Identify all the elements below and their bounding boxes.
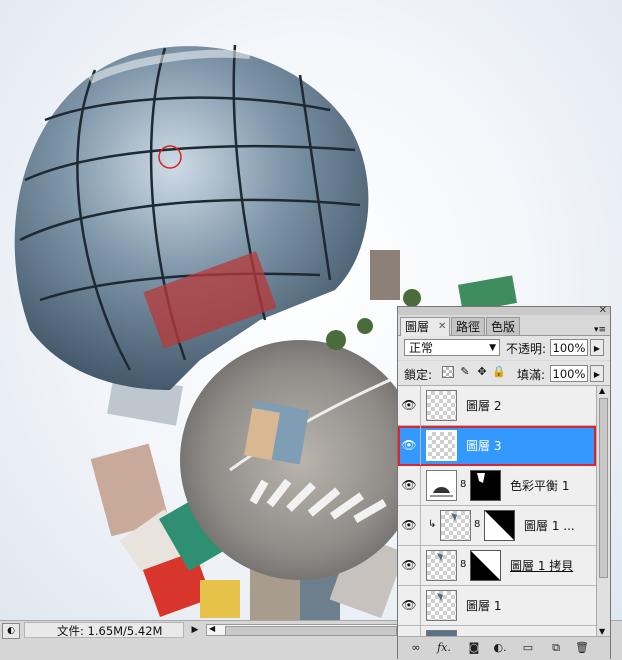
layer-thumbnail	[440, 510, 471, 541]
eye-icon[interactable]: 👁	[401, 557, 417, 573]
eye-icon[interactable]: 👁	[401, 517, 417, 533]
eye-icon[interactable]: 👁	[401, 597, 417, 613]
adjustment-layer-icon[interactable]: ◐.	[492, 640, 508, 656]
tab-label: 圖層	[405, 320, 430, 334]
tab-label: 路徑	[456, 320, 481, 334]
status-menu-arrow-icon[interactable]: ▶	[189, 623, 201, 637]
panel-footer: ∞ fx. ◙ ◐. ▭ ⧉ 🗑	[398, 636, 610, 659]
lock-all-icon[interactable]: 🔒	[492, 366, 506, 378]
lock-label: 鎖定:	[404, 368, 433, 382]
layer-row[interactable]: 👁 背景	[398, 626, 596, 636]
eye-icon[interactable]: 👁	[401, 437, 417, 453]
clip-arrow-icon: ↳	[428, 519, 437, 530]
lock-position-icon[interactable]: ✥	[476, 366, 488, 378]
adjustment-thumbnail-icon	[426, 470, 457, 501]
tab-label: 色版	[491, 320, 516, 334]
fx-icon[interactable]: fx.	[436, 640, 452, 656]
scroll-down-icon[interactable]: ▼	[599, 627, 605, 636]
tab-paths[interactable]: 路徑	[451, 317, 485, 335]
new-layer-icon[interactable]: ⧉	[548, 640, 564, 656]
layers-panel: ✕ 圖層 ✕ 路徑 色版 ▾≡ 正常 ▼ 不透明: 100% ▶ 鎖定: ✎ ✥…	[397, 305, 611, 659]
add-mask-icon[interactable]: ◙	[466, 640, 482, 656]
layer-mask-thumbnail	[470, 550, 501, 581]
link-icon[interactable]: 8	[460, 560, 466, 570]
layer-mask-thumbnail	[484, 510, 515, 541]
eye-icon[interactable]: 👁	[401, 477, 417, 493]
fill-slider-button[interactable]: ▶	[590, 365, 604, 382]
chevron-down-icon: ▼	[489, 343, 496, 353]
layer-name: 色彩平衡 1	[510, 479, 570, 493]
close-icon[interactable]: ✕	[438, 318, 446, 336]
eye-icon[interactable]: 👁	[401, 397, 417, 413]
layer-thumbnail	[426, 550, 457, 581]
link-icon[interactable]: 8	[460, 480, 466, 490]
blend-row: 正常 ▼ 不透明: 100% ▶	[398, 336, 610, 360]
scrollbar-thumb[interactable]	[225, 626, 397, 636]
layer-thumbnail	[426, 390, 457, 421]
panel-menu-icon[interactable]: ▾≡	[594, 325, 606, 335]
layer-row[interactable]: 👁 8 圖層 1 拷貝	[398, 546, 596, 586]
new-group-folder-icon[interactable]: ▭	[520, 640, 536, 656]
doc-size-info[interactable]: 文件: 1.65M/5.42M	[24, 622, 184, 638]
layer-row-selected[interactable]: 👁 圖層 3	[398, 426, 596, 466]
navigator-icon[interactable]: ◐	[2, 623, 20, 639]
lock-pixels-icon[interactable]: ✎	[459, 366, 471, 378]
lock-transparency-icon[interactable]	[442, 366, 454, 378]
fill-input[interactable]: 100%	[550, 365, 588, 382]
trash-icon[interactable]: 🗑	[574, 640, 590, 656]
horizontal-scrollbar[interactable]: ◀	[206, 624, 400, 636]
link-layers-icon[interactable]: ∞	[408, 640, 424, 656]
scroll-left-icon[interactable]: ◀	[209, 624, 215, 633]
opacity-slider-button[interactable]: ▶	[590, 339, 604, 356]
layer-thumbnail	[426, 590, 457, 621]
layer-list: 👁 圖層 2 👁 圖層 3 👁 8 色彩平衡 1 👁 ↳ 8 圖層 1 ... …	[398, 386, 596, 636]
scroll-up-icon[interactable]: ▲	[599, 386, 605, 395]
opacity-label: 不透明:	[506, 342, 547, 356]
layer-name: 圖層 2	[466, 399, 502, 413]
lock-row: 鎖定: ✎ ✥ 🔒 填滿: 100% ▶	[398, 361, 610, 386]
blend-mode-select[interactable]: 正常 ▼	[404, 339, 500, 356]
layer-row[interactable]: 👁 圖層 1	[398, 586, 596, 626]
scrollbar-thumb[interactable]	[599, 398, 608, 578]
link-icon[interactable]: 8	[474, 520, 480, 530]
layer-name: 圖層 3	[466, 439, 502, 453]
layer-name: 圖層 1 ...	[524, 519, 575, 533]
layer-row[interactable]: 👁 ↳ 8 圖層 1 ...	[398, 506, 596, 546]
layer-thumbnail	[426, 430, 457, 461]
panel-tabs: 圖層 ✕ 路徑 色版 ▾≡	[398, 315, 610, 336]
fill-label: 填滿:	[517, 368, 546, 382]
tab-layers[interactable]: 圖層 ✕	[400, 317, 450, 336]
layer-name: 圖層 1	[466, 599, 502, 613]
opacity-input[interactable]: 100%	[550, 339, 588, 356]
layer-mask-thumbnail	[470, 470, 501, 501]
blend-mode-value: 正常	[409, 341, 434, 355]
tab-channels[interactable]: 色版	[486, 317, 520, 335]
panel-titlebar[interactable]: ✕	[398, 305, 610, 316]
layer-row[interactable]: 👁 8 色彩平衡 1	[398, 466, 596, 506]
layer-list-scrollbar[interactable]: ▲ ▼	[596, 386, 610, 636]
layer-row[interactable]: 👁 圖層 2	[398, 386, 596, 426]
layer-name: 圖層 1 拷貝	[510, 559, 574, 573]
